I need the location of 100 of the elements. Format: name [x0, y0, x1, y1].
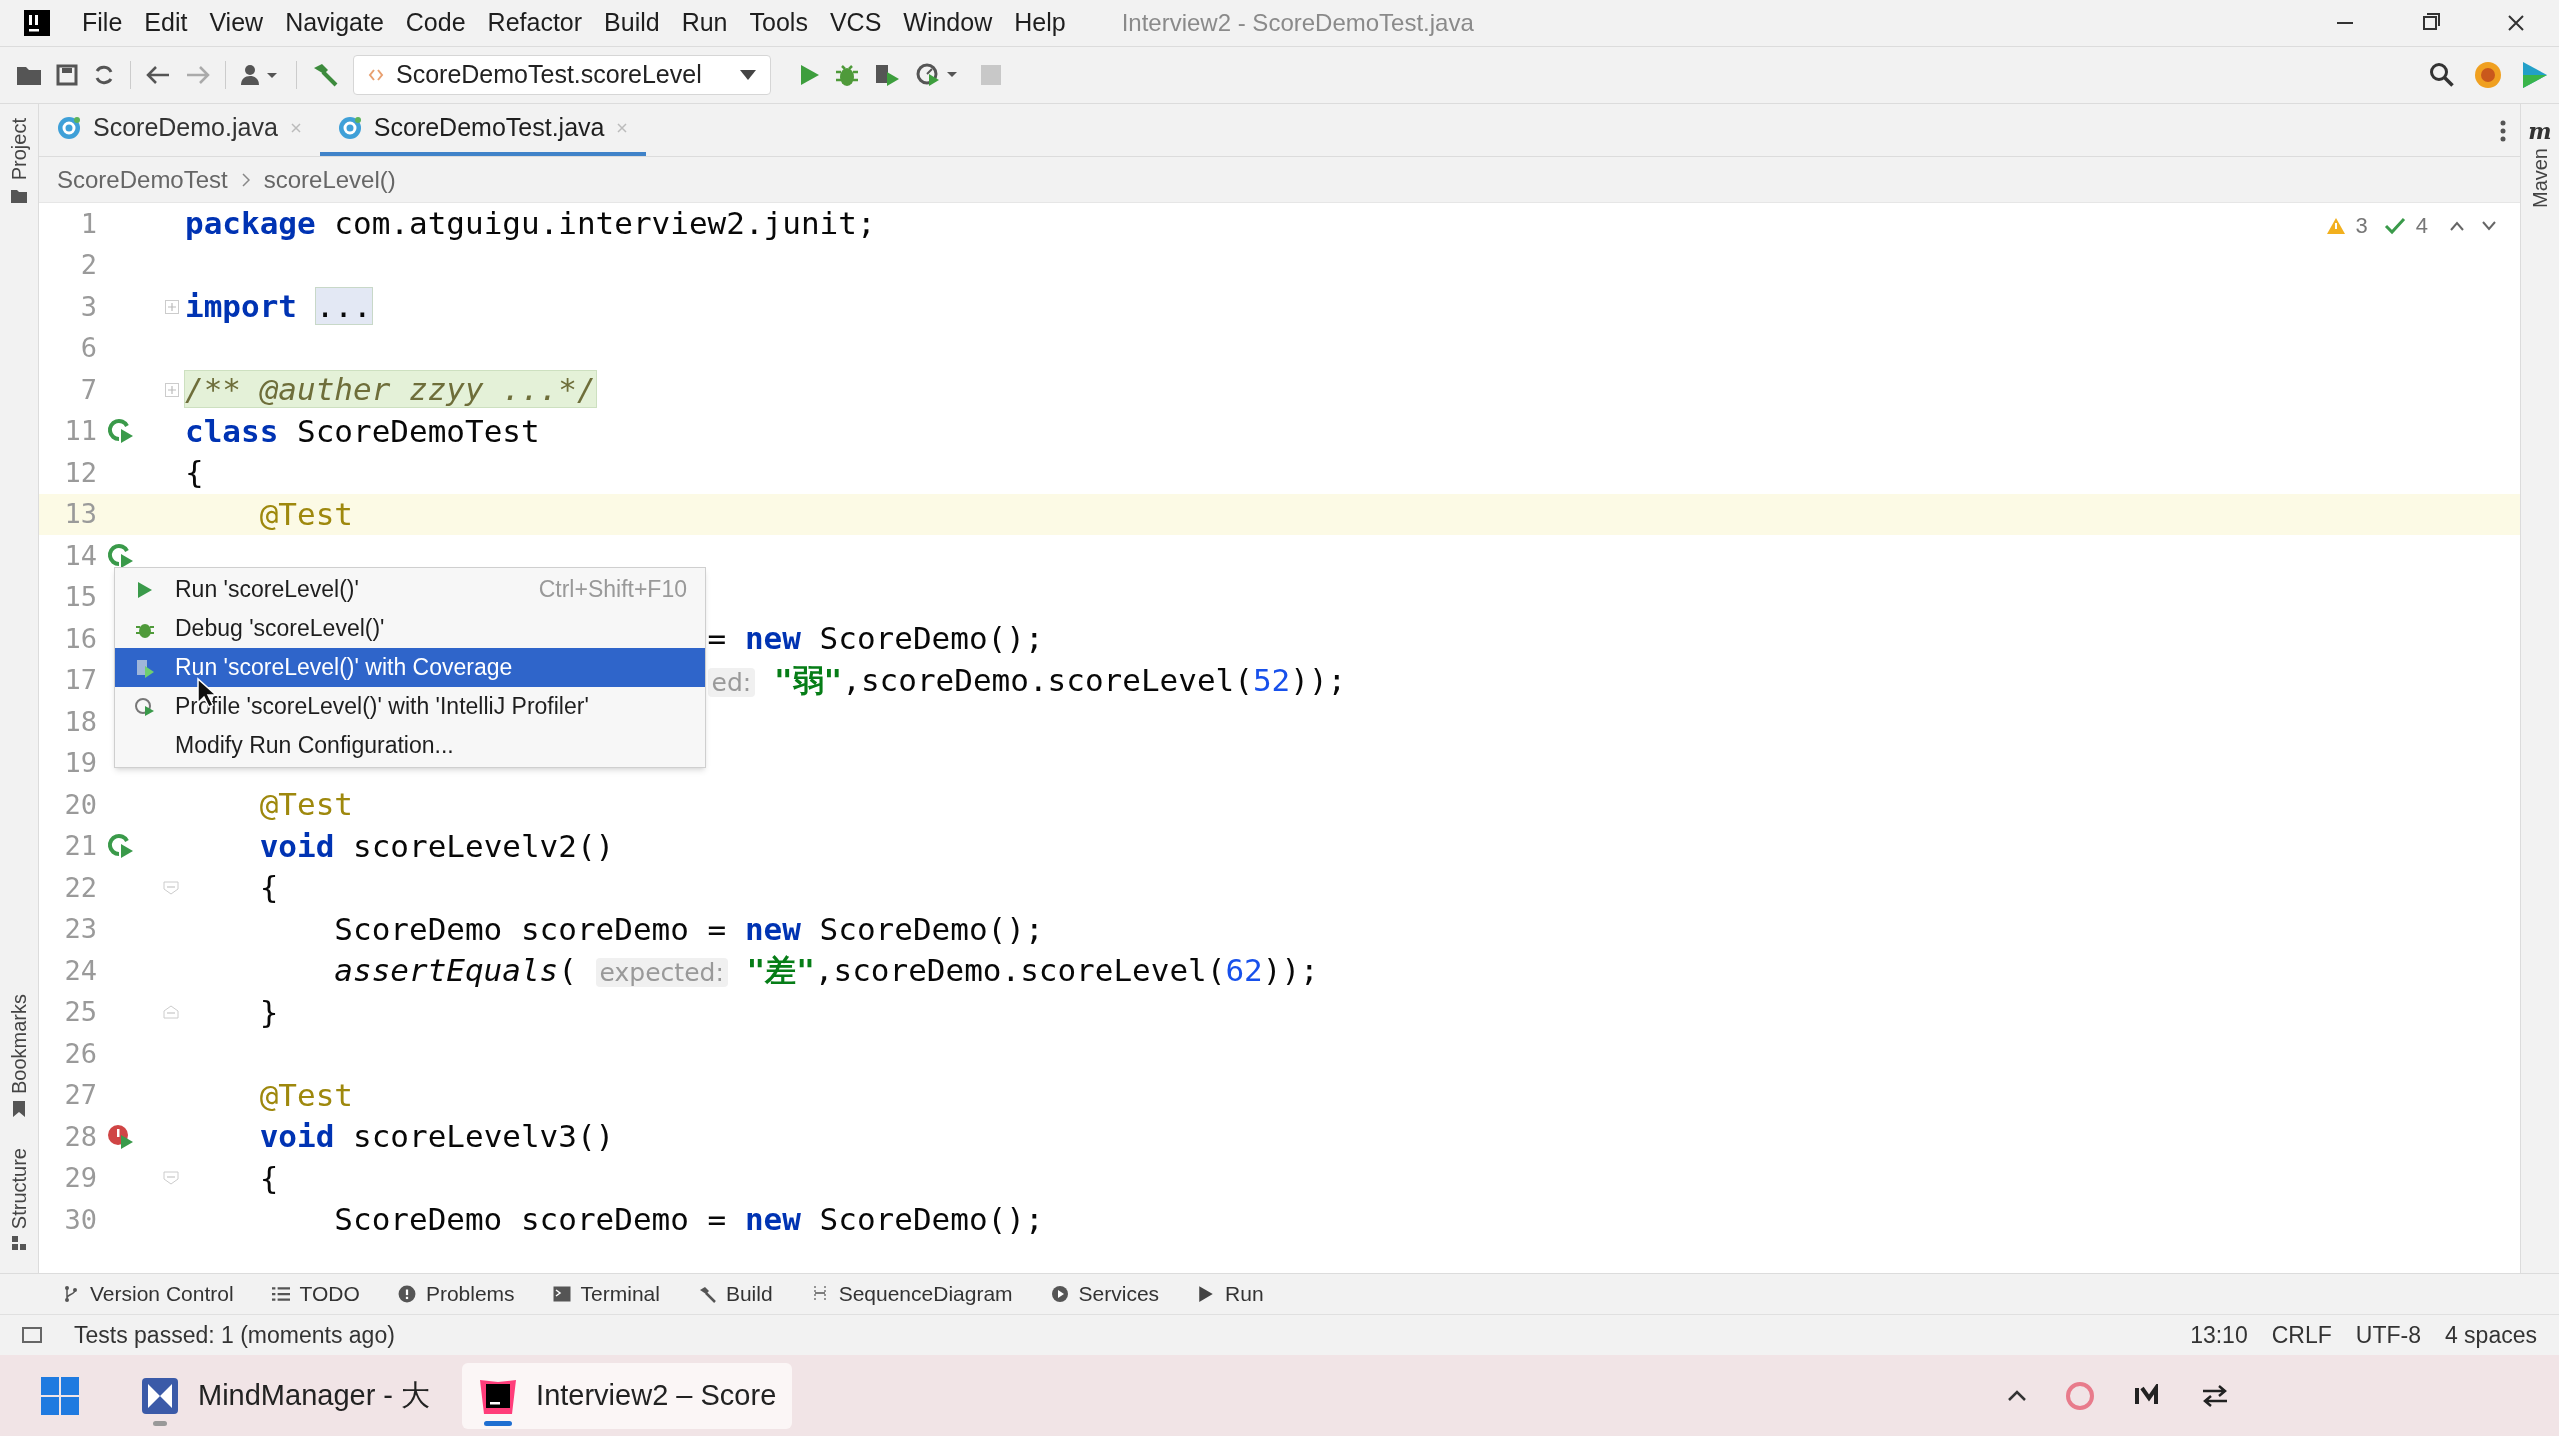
info-icon: [397, 1285, 416, 1303]
structure-icon[interactable]: [11, 1235, 27, 1251]
menu-item[interactable]: Profile 'scoreLevel()' with 'IntelliJ Profiler': [115, 687, 705, 726]
menu-item[interactable]: Edit: [134, 4, 198, 42]
run-icon: [137, 580, 153, 599]
tool-window-tab[interactable]: Structure: [4, 1147, 34, 1229]
line-number: 28: [63, 1119, 97, 1154]
taskbar-button[interactable]: MindManager - 大: [124, 1362, 447, 1429]
line-number: 29: [63, 1161, 97, 1195]
code-line: @Test: [259, 789, 353, 821]
folder-icon[interactable]: [10, 188, 28, 205]
run-test-icon[interactable]: [107, 418, 135, 445]
line-number: 23: [63, 912, 97, 946]
line-number: 25: [63, 995, 97, 1029]
bookmark-icon[interactable]: [12, 1099, 26, 1118]
menu-item[interactable]: Run: [671, 4, 738, 42]
menu-item[interactable]: VCS: [819, 4, 892, 42]
line-number: 14: [63, 538, 97, 573]
plugin-icon[interactable]: [2473, 60, 2503, 90]
folder-icon[interactable]: [16, 64, 42, 86]
run-icon[interactable]: [799, 63, 821, 87]
save-icon[interactable]: [56, 64, 78, 86]
list-icon: [271, 1285, 290, 1303]
line-number: 16: [63, 621, 97, 656]
gauge-icon: [134, 696, 156, 717]
status-item[interactable]: UTF-8: [2355, 1317, 2421, 1353]
breadcrumb[interactable]: scoreLevel(): [263, 161, 396, 198]
editor-tab[interactable]: ScoreDemo.java: [39, 104, 320, 156]
tool-window-button[interactable]: Build: [697, 1278, 773, 1310]
menu-item[interactable]: Window: [893, 4, 1003, 42]
back-arrow-icon[interactable]: [145, 64, 171, 86]
search-icon[interactable]: [2429, 62, 2455, 88]
warning-icon[interactable]: [2325, 216, 2346, 235]
status-item[interactable]: 13:10: [2190, 1317, 2248, 1353]
java-class-icon: [337, 116, 362, 140]
status-message: Tests passed: 1 (moments ago): [74, 1320, 395, 1350]
tool-window-button[interactable]: Version Control: [62, 1278, 234, 1310]
check-icon[interactable]: [2383, 216, 2406, 235]
code-line: ed: "弱",scoreDemo.scoreLevel(52));: [707, 664, 1347, 696]
menu-item[interactable]: Run 'scoreLevel()' with Coverage: [115, 648, 705, 687]
run-configuration-dropdown[interactable]: ScoreDemoTest.scoreLevel: [353, 55, 771, 95]
dropdown-arrow-icon: [740, 70, 756, 80]
play-logo-icon[interactable]: [2521, 60, 2549, 90]
line-number: 1: [79, 206, 97, 241]
windows-start-icon[interactable]: [40, 1375, 80, 1416]
warning-count[interactable]: 3: [2355, 209, 2368, 242]
menu-item[interactable]: Modify Run Configuration...: [115, 726, 705, 765]
menu-item[interactable]: Debug 'scoreLevel()': [115, 609, 705, 648]
transfer-arrows-icon[interactable]: [2201, 1383, 2229, 1408]
chevron-up-icon[interactable]: [2450, 220, 2464, 231]
profiler-icon[interactable]: [915, 62, 959, 88]
line-number: 6: [79, 331, 97, 365]
panel-toggle-icon[interactable]: [22, 1325, 42, 1345]
line-number: 24: [63, 953, 97, 988]
tool-window-button[interactable]: Services: [1050, 1278, 1160, 1310]
forward-arrow-icon[interactable]: [185, 64, 211, 86]
chevron-up-icon[interactable]: [2007, 1389, 2027, 1402]
code-line: class ScoreDemoTest: [185, 415, 540, 447]
more-options-icon[interactable]: [2500, 120, 2506, 142]
code-line: ScoreDemo scoreDemo = new ScoreDemo();: [334, 913, 1044, 945]
menu-item[interactable]: Build: [594, 4, 670, 42]
tool-window-button[interactable]: Problems: [397, 1278, 515, 1310]
menu-item[interactable]: File: [72, 4, 133, 42]
tool-window-button[interactable]: TODO: [271, 1278, 360, 1310]
line-number: 26: [63, 1036, 97, 1071]
menu-item[interactable]: Run 'scoreLevel()' Ctrl+Shift+F10: [115, 570, 705, 609]
menu-item[interactable]: Tools: [739, 4, 818, 42]
coverage-icon[interactable]: [873, 62, 901, 88]
menu-item[interactable]: View: [199, 4, 274, 42]
tool-window-button[interactable]: SequenceDiagram: [810, 1278, 1013, 1310]
failed-test-icon[interactable]: [107, 1123, 135, 1150]
breadcrumb[interactable]: ScoreDemoTest: [57, 161, 228, 198]
code-line: {: [259, 1162, 279, 1194]
tool-window-tab[interactable]: Maven: [2525, 148, 2555, 209]
status-item[interactable]: 4 spaces: [2444, 1317, 2537, 1353]
tool-window-tab[interactable]: Project: [4, 118, 34, 181]
tool-window-button[interactable]: Terminal: [552, 1278, 660, 1310]
menu-item[interactable]: Code: [395, 4, 476, 42]
terminal-icon: [552, 1285, 571, 1303]
check-count[interactable]: 4: [2415, 209, 2428, 242]
chevron-down-icon[interactable]: [2482, 220, 2496, 231]
debug-bug-icon[interactable]: [835, 62, 859, 88]
active-window-indicator: [484, 1420, 513, 1426]
run-test-icon[interactable]: [107, 542, 135, 569]
code-line: }: [259, 996, 279, 1028]
line-number: 27: [63, 1078, 97, 1112]
tool-window-tab[interactable]: Bookmarks: [4, 993, 34, 1094]
line-number: 22: [63, 870, 97, 905]
play-circle-icon: [1050, 1285, 1069, 1303]
run-test-icon[interactable]: [107, 833, 135, 860]
taskbar-button[interactable]: Interview2 – Score: [462, 1362, 793, 1429]
menu-item[interactable]: Refactor: [477, 4, 593, 42]
intellij-logo-icon: [24, 10, 50, 36]
tool-window-button[interactable]: Run: [1197, 1278, 1264, 1310]
coverage-icon: [135, 657, 155, 678]
menu-item[interactable]: Navigate: [275, 4, 394, 42]
status-item[interactable]: CRLF: [2271, 1317, 2332, 1353]
java-class-icon: [57, 116, 81, 140]
window-title: Interview2 - ScoreDemoTest.java: [1121, 8, 1474, 38]
menu-item[interactable]: Help: [1004, 4, 1076, 42]
